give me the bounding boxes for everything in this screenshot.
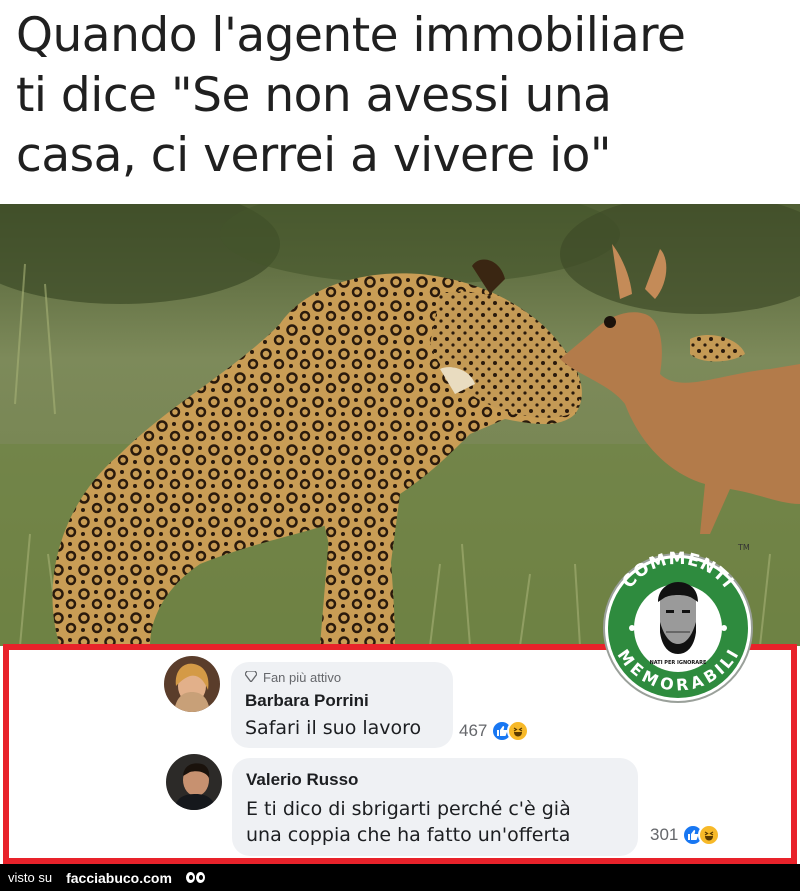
reactions[interactable]: 301 (650, 824, 721, 846)
logo-small-text: NATI PER IGNORARE (650, 660, 707, 666)
comment-text: Safari il suo lavoro (245, 717, 422, 739)
comment-bubble: Fan più attivo Barbara Porrini Safari il… (231, 662, 453, 748)
reaction-count: 301 (650, 825, 679, 844)
comment-text-line-2: una coppia che ha fatto un'offerta (246, 824, 571, 846)
reactions[interactable]: 467 (459, 720, 530, 742)
avatar-barbara-porrini (164, 656, 220, 712)
comment-bubble: Valerio Russo E ti dico di sbrigarti per… (232, 758, 638, 856)
avatar[interactable] (164, 656, 220, 712)
watermark-bar: visto su facciabuco.com (0, 864, 800, 891)
tm-mark: TM (737, 543, 750, 552)
site-link[interactable]: facciabuco.com (66, 870, 172, 886)
fan-badge: Fan più attivo (244, 670, 439, 685)
avatar[interactable] (166, 754, 222, 810)
eyes-icon (185, 872, 205, 883)
logo-seal: TM COMMENTI MEMORABILI NATI PER IGNORARE (603, 543, 753, 703)
diamond-icon (244, 670, 258, 685)
meme-caption: Quando l'agente immobiliare ti dice "Se … (0, 0, 800, 204)
avatar-valerio-russo (166, 754, 222, 810)
reaction-count: 467 (459, 721, 488, 740)
haha-icon (698, 824, 721, 846)
haha-icon (507, 720, 530, 742)
visto-su-label: visto su (8, 870, 53, 885)
comment-author[interactable]: Barbara Porrini (245, 691, 439, 711)
caption-text: Quando l'agente immobiliare ti dice "Se … (16, 8, 686, 183)
badge-label: Fan più attivo (263, 670, 342, 685)
comment-author[interactable]: Valerio Russo (246, 770, 624, 790)
comment-text-line-1: E ti dico di sbrigarti perché c'è già (246, 798, 571, 820)
commenti-memorabili-logo: TM COMMENTI MEMORABILI NATI PER IGNORARE (600, 532, 756, 704)
